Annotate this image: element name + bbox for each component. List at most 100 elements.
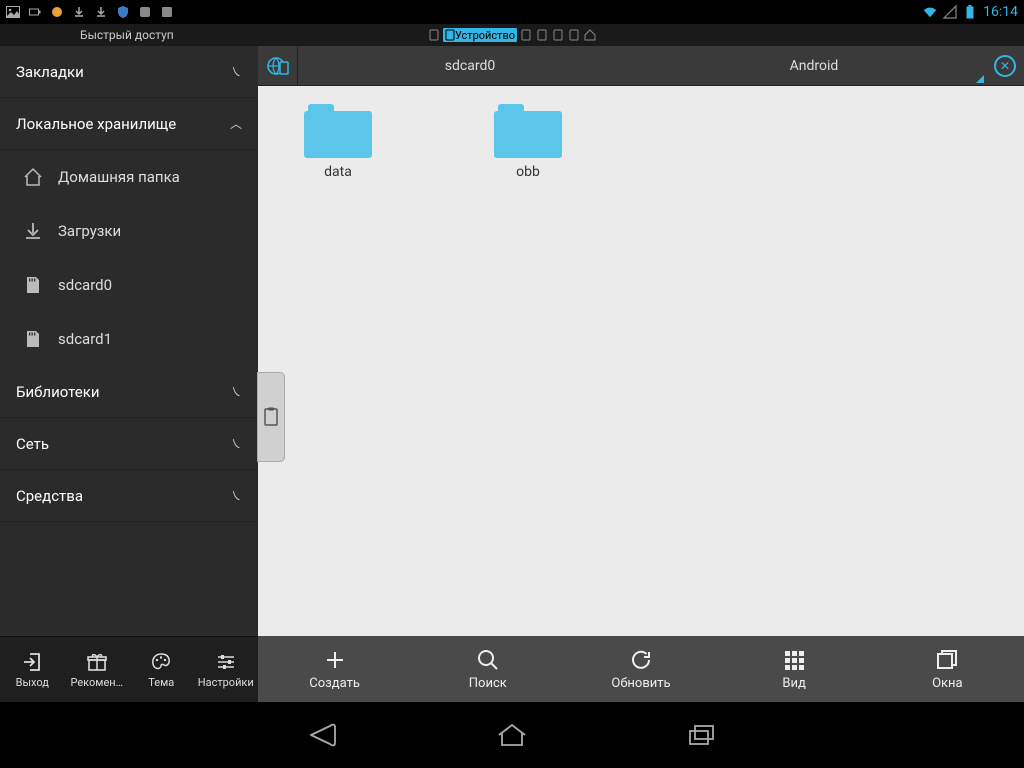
sidebar-item-label: sdcard1 bbox=[58, 330, 112, 348]
wifi-icon bbox=[923, 5, 937, 19]
battery-icon bbox=[963, 5, 977, 19]
section-label: Средства bbox=[16, 487, 83, 505]
folder-icon bbox=[304, 104, 372, 158]
sidebar-section-local-storage[interactable]: Локальное хранилище ︿ bbox=[0, 98, 258, 150]
sidebar-section-bookmarks[interactable]: Закладки ㇏ bbox=[0, 46, 258, 98]
recommend-button[interactable]: Рекомен… bbox=[67, 650, 127, 689]
button-label: Окна bbox=[932, 676, 963, 691]
refresh-button[interactable]: Обновить bbox=[581, 647, 701, 691]
path-label: Android bbox=[790, 58, 839, 74]
device-tab[interactable] bbox=[427, 28, 441, 42]
sidebar-item-sdcard1[interactable]: sdcard1 bbox=[0, 312, 258, 366]
path-label: sdcard0 bbox=[445, 58, 495, 74]
section-label: Сеть bbox=[16, 435, 49, 453]
chevron-down-icon: ㇏ bbox=[230, 63, 242, 80]
button-label: Тема bbox=[148, 676, 174, 689]
content-toolbar: Создать Поиск Обновить Вид Окна bbox=[258, 636, 1024, 702]
settings-button[interactable]: Настройки bbox=[196, 650, 256, 689]
sdcard-icon bbox=[22, 328, 44, 350]
clipboard-drawer[interactable] bbox=[257, 372, 285, 462]
view-button[interactable]: Вид bbox=[734, 647, 854, 691]
picture-icon bbox=[6, 5, 20, 19]
home-button[interactable] bbox=[492, 715, 532, 755]
create-button[interactable]: Создать bbox=[275, 647, 395, 691]
refresh-icon bbox=[628, 647, 654, 673]
folder-label: obb bbox=[516, 164, 540, 180]
folder-icon bbox=[494, 104, 562, 158]
chevron-up-icon: ︿ bbox=[230, 115, 242, 132]
signal-icon bbox=[943, 5, 957, 19]
path-bar: sdcard0 Android ✕ bbox=[258, 46, 1024, 86]
back-button[interactable] bbox=[302, 715, 342, 755]
search-icon bbox=[475, 647, 501, 673]
sidebar-item-label: Загрузки bbox=[58, 222, 121, 240]
chevron-down-icon: ㇏ bbox=[230, 487, 242, 504]
download-icon bbox=[72, 5, 86, 19]
quick-access-label: Быстрый доступ bbox=[0, 28, 174, 42]
button-label: Выход bbox=[16, 676, 49, 689]
sliders-icon bbox=[214, 650, 238, 674]
sidebar-item-label: Домашняя папка bbox=[58, 168, 180, 186]
device-tab-active[interactable]: Устройство bbox=[443, 28, 517, 42]
device-tabs: Устройство bbox=[427, 28, 597, 42]
exit-icon bbox=[20, 650, 44, 674]
device-tab-label: Устройство bbox=[455, 29, 515, 42]
close-icon: ✕ bbox=[994, 55, 1016, 77]
plus-icon bbox=[322, 647, 348, 673]
status-bar: 16:14 bbox=[0, 0, 1024, 24]
shield-icon bbox=[116, 5, 130, 19]
windows-icon bbox=[934, 647, 960, 673]
sidebar-bottom-toolbar: Выход Рекомен… Тема Настройки bbox=[0, 636, 258, 702]
sidebar-item-home[interactable]: Домашняя папка bbox=[0, 150, 258, 204]
path-segment-sdcard0[interactable]: sdcard0 bbox=[298, 46, 642, 85]
section-label: Библиотеки bbox=[16, 383, 99, 401]
download-icon bbox=[94, 5, 108, 19]
device-tab[interactable] bbox=[519, 28, 533, 42]
storage-button[interactable] bbox=[258, 46, 298, 86]
device-tab[interactable] bbox=[535, 28, 549, 42]
sidebar-item-sdcard0[interactable]: sdcard0 bbox=[0, 258, 258, 312]
device-tab[interactable] bbox=[551, 28, 565, 42]
close-tab-button[interactable]: ✕ bbox=[986, 47, 1024, 85]
app-header: Быстрый доступ Устройство bbox=[0, 24, 1024, 46]
sidebar-item-downloads[interactable]: Загрузки bbox=[0, 204, 258, 258]
sidebar: Закладки ㇏ Локальное хранилище ︿ Домашня… bbox=[0, 46, 258, 702]
sidebar-item-label: sdcard0 bbox=[58, 276, 112, 294]
device-tab[interactable] bbox=[567, 28, 581, 42]
button-label: Поиск bbox=[469, 676, 507, 691]
grid-icon bbox=[781, 647, 807, 673]
folder-obb[interactable]: obb bbox=[478, 104, 578, 180]
button-label: Создать bbox=[309, 676, 360, 691]
sidebar-section-network[interactable]: Сеть ㇏ bbox=[0, 418, 258, 470]
battery-small-icon bbox=[28, 5, 42, 19]
folder-data[interactable]: data bbox=[288, 104, 388, 180]
button-label: Настройки bbox=[198, 676, 254, 689]
orange-dot-icon bbox=[50, 5, 64, 19]
recent-button[interactable] bbox=[682, 715, 722, 755]
sidebar-section-libraries[interactable]: Библиотеки ㇏ bbox=[0, 366, 258, 418]
button-label: Вид bbox=[782, 676, 805, 691]
search-button[interactable]: Поиск bbox=[428, 647, 548, 691]
file-grid[interactable]: data obb bbox=[258, 86, 1024, 636]
folder-label: data bbox=[324, 164, 352, 180]
status-right: 16:14 bbox=[923, 4, 1018, 20]
section-label: Локальное хранилище bbox=[16, 115, 176, 133]
exit-button[interactable]: Выход bbox=[2, 650, 62, 689]
home-tab[interactable] bbox=[583, 28, 597, 42]
chevron-down-icon: ㇏ bbox=[230, 383, 242, 400]
sidebar-section-tools[interactable]: Средства ㇏ bbox=[0, 470, 258, 522]
download-icon bbox=[22, 220, 44, 242]
path-segment-android[interactable]: Android bbox=[642, 46, 986, 85]
home-icon bbox=[22, 166, 44, 188]
notification-icon bbox=[138, 5, 152, 19]
chevron-down-icon: ㇏ bbox=[230, 435, 242, 452]
status-left bbox=[6, 5, 174, 19]
windows-button[interactable]: Окна bbox=[887, 647, 1007, 691]
theme-button[interactable]: Тема bbox=[131, 650, 191, 689]
notification-icon bbox=[160, 5, 174, 19]
sdcard-icon bbox=[22, 274, 44, 296]
clipboard-icon bbox=[263, 407, 279, 427]
content-pane: sdcard0 Android ✕ data obb bbox=[258, 46, 1024, 702]
button-label: Рекомен… bbox=[70, 676, 123, 689]
android-nav-bar bbox=[0, 702, 1024, 768]
